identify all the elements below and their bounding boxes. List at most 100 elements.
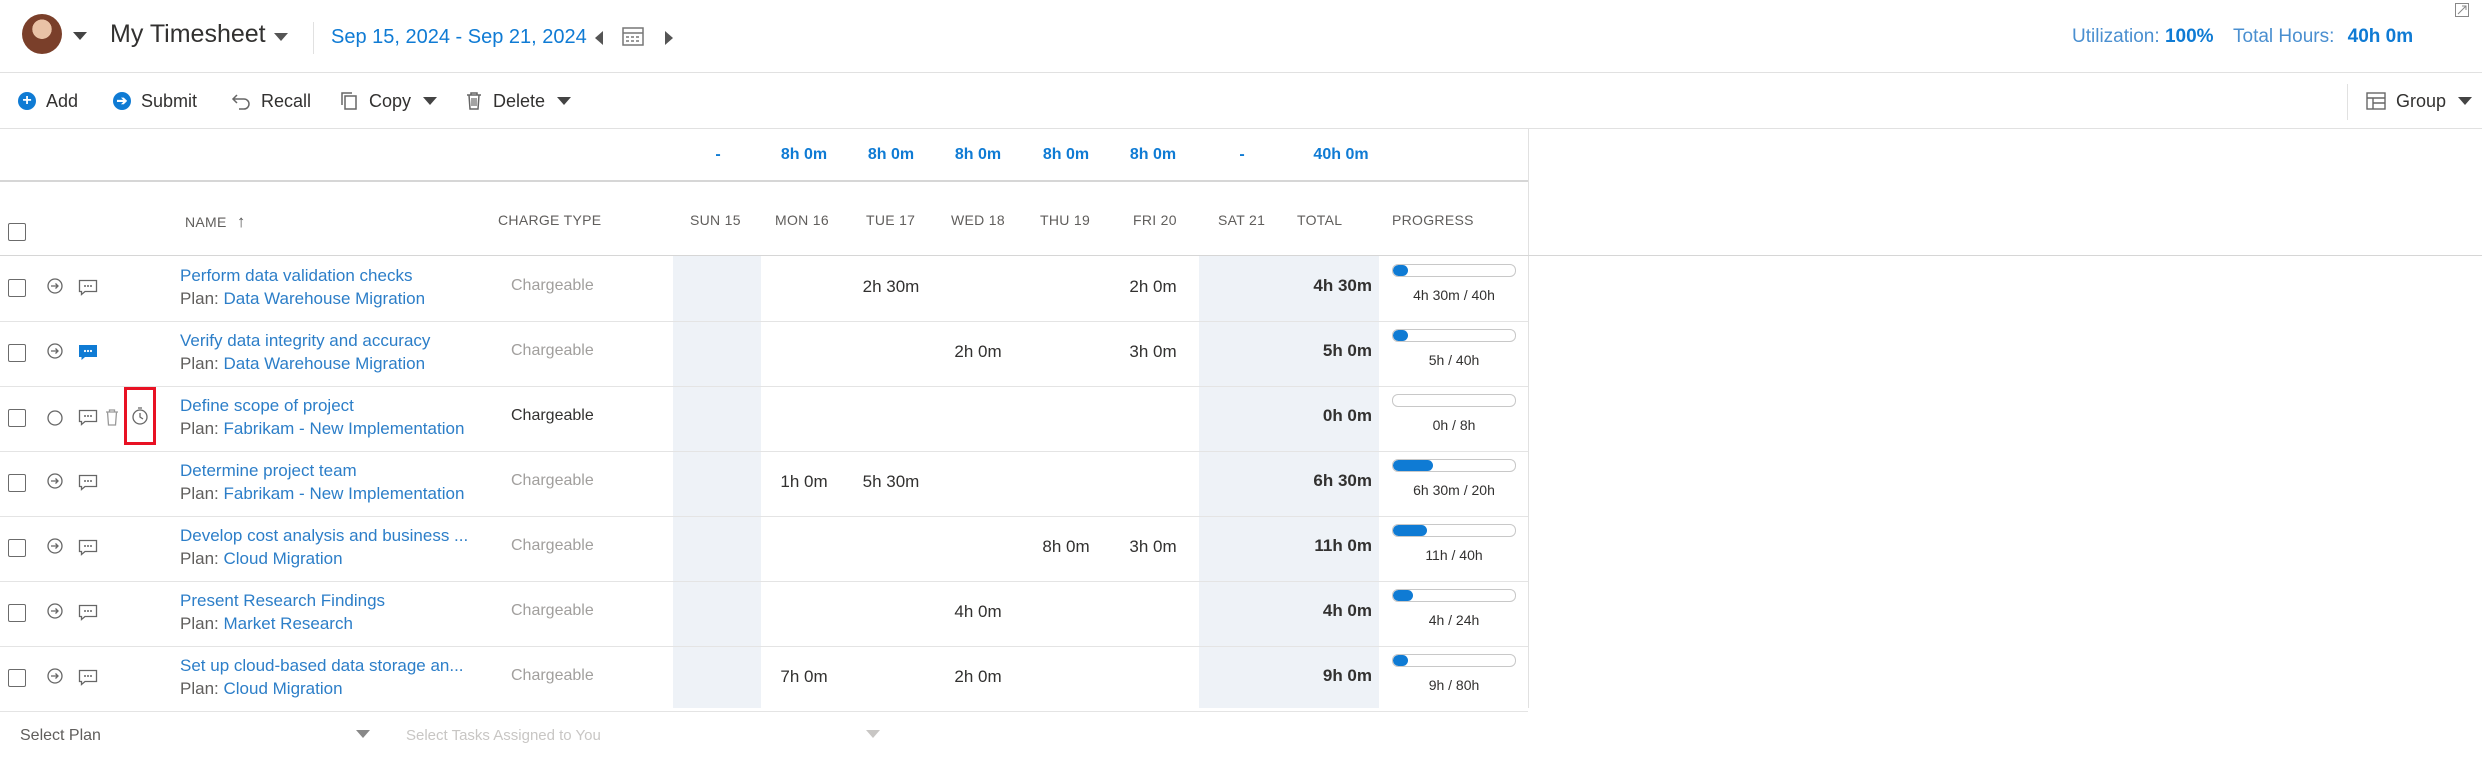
next-week-icon[interactable] — [665, 31, 673, 45]
group-button[interactable]: Group — [2366, 88, 2473, 114]
calendar-icon[interactable] — [622, 26, 644, 46]
delete-button[interactable]: Delete — [465, 88, 572, 114]
plan-name-link[interactable]: Market Research — [223, 614, 352, 633]
hours-cell-fri[interactable]: 3h 0m — [1110, 537, 1196, 557]
select-tasks-dropdown[interactable]: Select Tasks Assigned to You — [406, 727, 601, 744]
delete-row-icon[interactable] — [104, 408, 120, 427]
previous-week-icon[interactable] — [595, 31, 603, 45]
copy-button[interactable]: Copy — [339, 88, 438, 114]
task-name-link[interactable]: Define scope of project — [180, 396, 354, 416]
plan-name-link[interactable]: Cloud Migration — [223, 549, 342, 568]
table-row: Perform data validation checks Plan: Data… — [0, 256, 1528, 322]
day-totals-row: - 8h 0m 8h 0m 8h 0m 8h 0m 8h 0m - 40h 0m — [0, 128, 1528, 182]
select-tasks-chevron-down-icon[interactable] — [866, 730, 880, 738]
row-total: 4h 0m — [1322, 601, 1372, 620]
sort-ascending-icon[interactable]: ↑ — [237, 212, 246, 231]
row-total: 6h 30m — [1313, 471, 1372, 490]
task-name-link[interactable]: Determine project team — [180, 461, 357, 481]
row-checkbox[interactable] — [8, 409, 26, 427]
submit-button[interactable]: ➔ Submit — [113, 88, 197, 114]
submit-row-icon[interactable] — [46, 277, 64, 295]
plan-line: Plan: Fabrikam - New Implementation — [180, 419, 464, 439]
select-plan-dropdown[interactable]: Select Plan — [20, 727, 101, 745]
comment-icon[interactable] — [78, 409, 98, 426]
tue-column-header: TUE 17 — [866, 212, 916, 228]
hours-cell-fri[interactable]: 3h 0m — [1110, 342, 1196, 362]
plan-name-link[interactable]: Data Warehouse Migration — [223, 289, 425, 308]
charge-type: Chargeable — [511, 667, 594, 684]
charge-type[interactable]: Chargeable — [511, 407, 594, 425]
hours-cell-tue[interactable]: 2h 30m — [848, 277, 934, 297]
grand-total: 40h 0m — [1313, 146, 1369, 163]
hours-cell-thu[interactable]: 8h 0m — [1023, 537, 1109, 557]
name-column-header[interactable]: NAME ↑ — [185, 212, 246, 232]
progress-label: 4h 30m / 40h — [1413, 287, 1495, 303]
delete-chevron-down-icon — [557, 97, 572, 105]
comment-icon[interactable] — [78, 604, 98, 621]
select-plan-chevron-down-icon[interactable] — [356, 730, 370, 738]
comment-icon[interactable] — [78, 669, 98, 686]
comment-icon[interactable] — [78, 474, 98, 491]
submit-row-icon[interactable] — [46, 342, 64, 360]
row-checkbox[interactable] — [8, 344, 26, 362]
task-name-link[interactable]: Verify data integrity and accuracy — [180, 331, 430, 351]
hours-cell-wed[interactable]: 2h 0m — [935, 667, 1021, 687]
hours-cell-wed[interactable]: 2h 0m — [935, 342, 1021, 362]
total-hours-label: Total Hours: — [2233, 26, 2335, 47]
recall-button[interactable]: Recall — [231, 88, 311, 114]
progress-bar — [1392, 264, 1516, 277]
user-avatar[interactable] — [22, 14, 62, 54]
task-name-link[interactable]: Set up cloud-based data storage an... — [180, 656, 464, 676]
row-checkbox[interactable] — [8, 474, 26, 492]
expand-icon[interactable] — [2454, 2, 2470, 18]
date-range[interactable]: Sep 15, 2024 - Sep 21, 2024 — [331, 26, 587, 49]
table-row: Verify data integrity and accuracy Plan: … — [0, 321, 1528, 387]
total-column-header: TOTAL — [1297, 212, 1343, 228]
progress-label: 11h / 40h — [1425, 547, 1483, 563]
hours-cell-fri[interactable]: 2h 0m — [1110, 277, 1196, 297]
hours-cell-wed[interactable]: 4h 0m — [935, 602, 1021, 622]
title-chevron-down-icon[interactable] — [274, 33, 288, 41]
avatar-chevron-down-icon[interactable] — [73, 32, 87, 40]
progress-bar-fill — [1393, 265, 1408, 276]
comment-icon[interactable] — [78, 344, 98, 361]
plan-name-link[interactable]: Cloud Migration — [223, 679, 342, 698]
comment-icon[interactable] — [78, 279, 98, 296]
hours-cell-mon[interactable]: 1h 0m — [761, 472, 847, 492]
status-circle-icon[interactable] — [46, 409, 64, 427]
submit-row-icon[interactable] — [46, 472, 64, 490]
thu-column-header: THU 19 — [1040, 212, 1091, 228]
progress-bar-fill — [1393, 525, 1427, 536]
comment-icon[interactable] — [78, 539, 98, 556]
row-checkbox[interactable] — [8, 279, 26, 297]
plan-name-link[interactable]: Fabrikam - New Implementation — [223, 484, 464, 503]
row-total: 4h 30m — [1313, 276, 1372, 295]
plan-name-link[interactable]: Data Warehouse Migration — [223, 354, 425, 373]
submit-row-icon[interactable] — [46, 602, 64, 620]
row-checkbox[interactable] — [8, 669, 26, 687]
task-name-link[interactable]: Develop cost analysis and business ... — [180, 526, 468, 546]
row-total: 0h 0m — [1322, 406, 1372, 425]
row-total: 5h 0m — [1322, 341, 1372, 360]
submit-row-icon[interactable] — [46, 667, 64, 685]
timer-icon[interactable] — [130, 406, 150, 426]
add-icon: + — [18, 92, 36, 110]
day-total-tue: 8h 0m — [867, 146, 915, 163]
hours-cell-tue[interactable]: 5h 30m — [848, 472, 934, 492]
progress-bar-fill — [1393, 460, 1433, 471]
task-name-link[interactable]: Perform data validation checks — [180, 266, 412, 286]
add-button[interactable]: + Add — [18, 88, 78, 114]
task-name-link[interactable]: Present Research Findings — [180, 591, 385, 611]
submit-row-icon[interactable] — [46, 537, 64, 555]
select-all-checkbox[interactable] — [8, 223, 26, 241]
row-checkbox[interactable] — [8, 539, 26, 557]
row-checkbox[interactable] — [8, 604, 26, 622]
grid-right-border — [1528, 128, 1529, 708]
hours-cell-mon[interactable]: 7h 0m — [761, 667, 847, 687]
charge-type: Chargeable — [511, 537, 594, 554]
plan-name-link[interactable]: Fabrikam - New Implementation — [223, 419, 464, 438]
copy-chevron-down-icon — [423, 97, 438, 105]
table-row: Determine project team Plan: Fabrikam - N… — [0, 451, 1528, 517]
progress-bar — [1392, 459, 1516, 472]
utilization: Utilization: 100% — [2072, 26, 2214, 48]
